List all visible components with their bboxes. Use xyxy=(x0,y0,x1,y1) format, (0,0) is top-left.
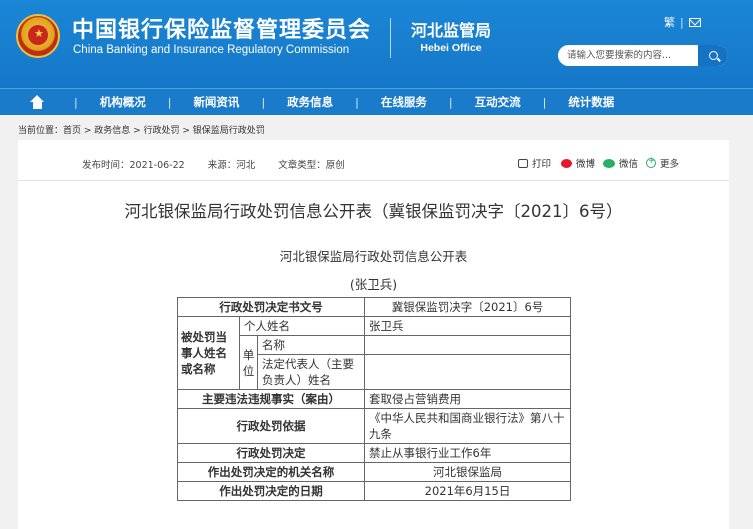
penalized-person: (张卫兵) xyxy=(349,277,398,292)
nav-separator: | xyxy=(542,95,547,109)
site-title-en: China Banking and Insurance Regulatory C… xyxy=(73,44,350,56)
article-source: 来源：河北 xyxy=(207,160,256,171)
search-box xyxy=(558,45,728,66)
search-icon xyxy=(708,51,718,60)
site-title-cn: 中国银行保险监督管理委员会 xyxy=(72,18,372,43)
search-input[interactable] xyxy=(558,45,698,66)
table-row: 作出处罚决定的日期 2021年6月15日 xyxy=(177,481,571,501)
table-row: 被处罚当事人姓名或名称 个人姓名 张卫兵 xyxy=(177,316,571,390)
mail-icon[interactable] xyxy=(688,17,701,27)
table-row: 行政处罚依据 《中华人民共和国商业银行法》第八十九条 xyxy=(177,408,571,444)
publish-time: 发布时间：2021-06-22 xyxy=(82,160,185,171)
legal-rep-label: 法定代表人（主要负责人）姓名 xyxy=(257,354,365,390)
header-divider xyxy=(390,18,391,58)
basis-label: 行政处罚依据 xyxy=(177,408,365,444)
decision-label: 行政处罚决定 xyxy=(177,443,365,463)
breadcrumb[interactable]: 当前位置：首页 > 政务信息 > 行政处罚 > 银保监局行政处罚 xyxy=(18,123,265,136)
table-row: 作出处罚决定的机关名称 河北银保监局 xyxy=(177,462,571,482)
search-button[interactable] xyxy=(698,45,728,66)
nav-item-statistics[interactable]: 统计数据 xyxy=(546,94,636,110)
table-row: 行政处罚决定书文号 冀银保监罚决字〔2021〕6号 xyxy=(177,297,571,317)
doc-no-value: 冀银保监罚决字〔2021〕6号 xyxy=(364,297,571,317)
article-panel: 发布时间：2021-06-22 来源：河北 文章类型：原创 打印 微博 微信 更… xyxy=(18,140,729,529)
bureau-title-en: Hebei Office xyxy=(420,42,482,54)
wechat-link[interactable]: 微信 xyxy=(619,156,638,170)
authority-label: 作出处罚决定的机关名称 xyxy=(177,462,365,482)
party-label: 被处罚当事人姓名或名称 xyxy=(177,316,240,390)
traditional-chinese-link[interactable]: 繁 xyxy=(664,14,675,30)
article-type: 文章类型：原创 xyxy=(278,160,345,171)
national-emblem-icon: ★ xyxy=(16,14,60,58)
unit-label: 单位 xyxy=(239,335,258,390)
top-link-separator: | xyxy=(680,15,684,29)
top-links: 繁 | xyxy=(664,14,701,30)
legal-rep-value xyxy=(364,354,571,390)
nav-separator: | xyxy=(74,95,78,109)
nav-item-news[interactable]: 新闻资讯 xyxy=(171,94,261,110)
meta-divider xyxy=(18,180,729,181)
individual-label: 个人姓名 xyxy=(239,316,365,336)
home-icon xyxy=(29,95,45,109)
print-link[interactable]: 打印 xyxy=(532,156,551,170)
article-title: 河北银保监局行政处罚信息公开表（冀银保监罚决字〔2021〕6号） xyxy=(124,202,623,221)
date-value: 2021年6月15日 xyxy=(364,481,571,501)
table-title: 河北银保监局行政处罚信息公开表 xyxy=(279,249,468,264)
weibo-link[interactable]: 微博 xyxy=(576,156,595,170)
unit-name-label: 名称 xyxy=(257,335,365,355)
nav-item-about[interactable]: 机构概况 xyxy=(78,94,168,110)
main-nav: | 机构概况 | 新闻资讯 | 政务信息 | 在线服务 | 互动交流 | 统计数… xyxy=(0,88,753,115)
date-label: 作出处罚决定的日期 xyxy=(177,481,365,501)
authority-value: 河北银保监局 xyxy=(364,462,571,482)
more-icon[interactable] xyxy=(646,156,657,168)
wechat-icon[interactable] xyxy=(603,158,616,168)
print-icon[interactable] xyxy=(518,158,528,168)
individual-value: 张卫兵 xyxy=(364,316,571,336)
nav-item-gov-info[interactable]: 政务信息 xyxy=(265,94,355,110)
doc-no-label: 行政处罚决定书文号 xyxy=(177,297,365,317)
nav-item-interaction[interactable]: 互动交流 xyxy=(453,94,543,110)
share-tools: 打印 微博 微信 更多 xyxy=(518,156,679,170)
unit-name-value xyxy=(364,335,571,355)
basis-value: 《中华人民共和国商业银行法》第八十九条 xyxy=(364,408,571,444)
facts-label: 主要违法违规事实（案由） xyxy=(177,389,365,409)
nav-separator: | xyxy=(448,95,453,109)
table-row: 主要违法违规事实（案由） 套取侵占营销费用 xyxy=(177,389,571,409)
nav-separator: | xyxy=(261,95,266,109)
facts-value: 套取侵占营销费用 xyxy=(364,389,571,409)
article-meta: 发布时间：2021-06-22 来源：河北 文章类型：原创 xyxy=(82,157,365,171)
site-header: ★ 中国银行保险监督管理委员会 China Banking and Insura… xyxy=(0,0,753,88)
nav-home[interactable] xyxy=(0,89,74,116)
table-row: 行政处罚决定 禁止从事银行业工作6年 xyxy=(177,443,571,463)
nav-separator: | xyxy=(167,95,172,109)
decision-value: 禁止从事银行业工作6年 xyxy=(364,443,571,463)
bureau-title-cn: 河北监管局 xyxy=(410,21,491,40)
nav-item-online-service[interactable]: 在线服务 xyxy=(359,94,449,110)
nav-separator: | xyxy=(355,95,359,109)
more-link[interactable]: 更多 xyxy=(660,156,679,170)
weibo-icon[interactable] xyxy=(561,158,573,168)
penalty-info-table: 行政处罚决定书文号 冀银保监罚决字〔2021〕6号 被处罚当事人姓名或名称 个人… xyxy=(177,297,571,501)
